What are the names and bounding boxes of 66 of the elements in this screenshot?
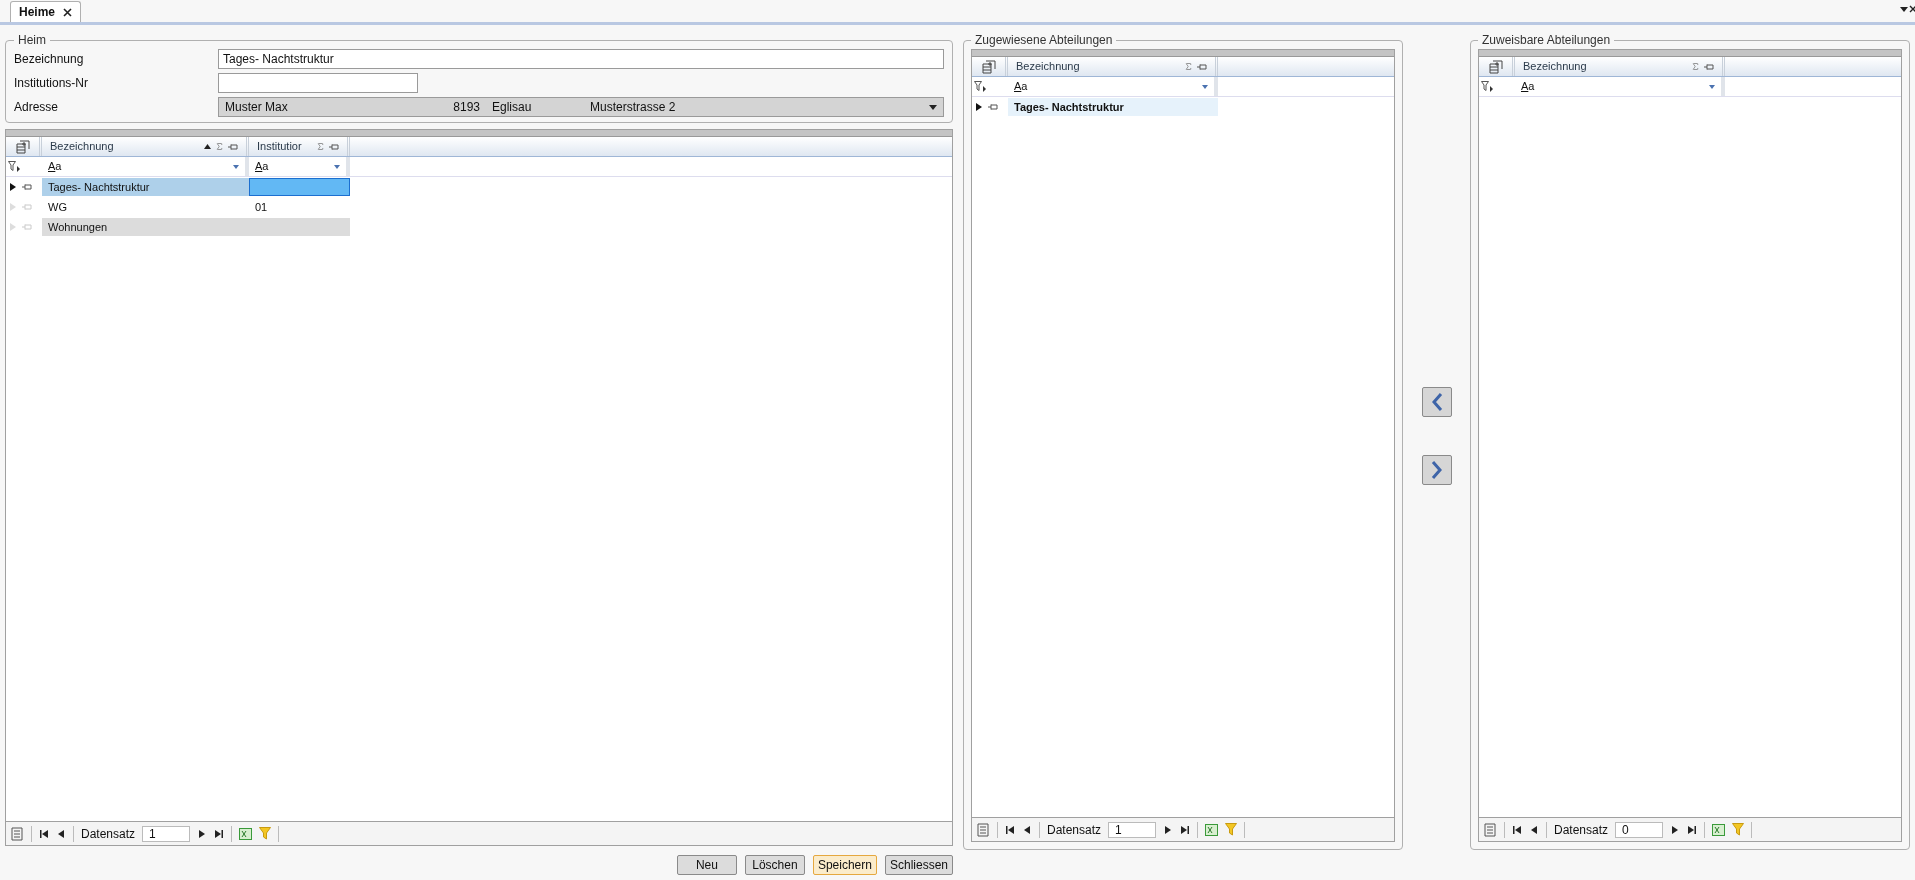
summary-icon[interactable] xyxy=(215,142,224,151)
table-cell[interactable] xyxy=(249,218,350,236)
spreadsheet-export-icon[interactable] xyxy=(1205,823,1219,836)
spreadsheet-export-icon[interactable] xyxy=(1712,823,1726,836)
previous-record-icon[interactable] xyxy=(56,828,66,839)
last-record-icon[interactable] xyxy=(214,828,225,839)
move-right-button[interactable] xyxy=(1421,454,1452,485)
record-field[interactable]: 1 xyxy=(142,825,191,842)
navigator-label: Datensatz xyxy=(81,825,136,843)
action-button[interactable]: Speichern xyxy=(812,855,877,875)
filter-row-icon[interactable] xyxy=(974,81,986,92)
dropdown-arrow-icon[interactable] xyxy=(334,164,340,169)
chevron-left-icon xyxy=(1430,392,1443,411)
first-record-icon[interactable] xyxy=(39,828,49,839)
close-icon[interactable] xyxy=(63,7,73,17)
table-cell[interactable]: Wohnungen xyxy=(42,218,249,236)
close-icon[interactable] xyxy=(1908,5,1915,13)
action-button[interactable]: Löschen xyxy=(744,855,805,875)
tab-menu-icon[interactable] xyxy=(1900,7,1908,12)
last-record-icon[interactable] xyxy=(1687,824,1698,835)
action-button[interactable]: Schliessen xyxy=(884,855,953,875)
pin-icon[interactable] xyxy=(1197,63,1207,70)
group-title: Heim xyxy=(17,32,47,49)
previous-record-icon[interactable] xyxy=(1529,824,1539,835)
text-field[interactable]: Tages- Nachtstruktur xyxy=(218,49,944,69)
table-cell[interactable]: Tages- Nachtstruktur xyxy=(42,178,249,196)
filter-row-icon[interactable] xyxy=(1481,81,1493,92)
address-dropdown[interactable]: Muster Max 8193 Eglisau Musterstrasse 2 xyxy=(218,97,944,117)
move-left-button[interactable] xyxy=(1421,386,1452,417)
dropdown-arrow-icon[interactable] xyxy=(233,164,239,169)
dropdown-arrow-icon[interactable] xyxy=(1709,84,1715,89)
summary-icon[interactable] xyxy=(1691,62,1700,71)
record-field[interactable]: 1 xyxy=(1108,821,1157,838)
field-label: Bezeichnung xyxy=(14,51,85,68)
previous-record-icon[interactable] xyxy=(1022,824,1032,835)
table-cell[interactable] xyxy=(249,178,350,196)
dropdown-arrow-icon[interactable] xyxy=(929,104,937,110)
action-button[interactable]: Neu xyxy=(676,855,737,875)
record-field[interactable]: 0 xyxy=(1615,821,1664,838)
filter-row-icon[interactable] xyxy=(8,161,20,172)
first-record-icon[interactable] xyxy=(1512,824,1522,835)
last-record-icon[interactable] xyxy=(1180,824,1191,835)
pin-icon[interactable] xyxy=(22,184,32,190)
first-record-icon[interactable] xyxy=(1005,824,1015,835)
navigator-label: Datensatz xyxy=(1047,821,1102,839)
sort-ascending-icon[interactable] xyxy=(204,144,211,149)
navigator-label: Datensatz xyxy=(1554,821,1609,839)
dropdown-arrow-icon[interactable] xyxy=(1202,84,1208,89)
chevron-right-icon xyxy=(1430,460,1443,479)
field-label: Adresse xyxy=(14,99,60,116)
pin-icon[interactable] xyxy=(329,143,339,150)
group-title: Zugewiesene Abteilungen xyxy=(974,32,1114,49)
summary-icon[interactable] xyxy=(1184,62,1193,71)
pin-icon[interactable] xyxy=(988,104,998,110)
pin-icon[interactable] xyxy=(228,143,238,150)
column-chooser-icon[interactable] xyxy=(981,59,996,74)
summary-icon[interactable] xyxy=(316,142,325,151)
text-field[interactable] xyxy=(218,73,418,93)
table-cell[interactable]: Tages- Nachtstruktur xyxy=(1008,98,1218,116)
column-chooser-icon[interactable] xyxy=(1488,59,1503,74)
column-chooser-icon[interactable] xyxy=(15,139,30,154)
pin-icon[interactable] xyxy=(1704,63,1714,70)
document-tab[interactable]: Heime xyxy=(10,1,82,22)
field-label: Institutions-Nr xyxy=(14,75,90,92)
group-title: Zuweisbare Abteilungen xyxy=(1481,32,1612,49)
spreadsheet-export-icon[interactable] xyxy=(239,827,253,840)
